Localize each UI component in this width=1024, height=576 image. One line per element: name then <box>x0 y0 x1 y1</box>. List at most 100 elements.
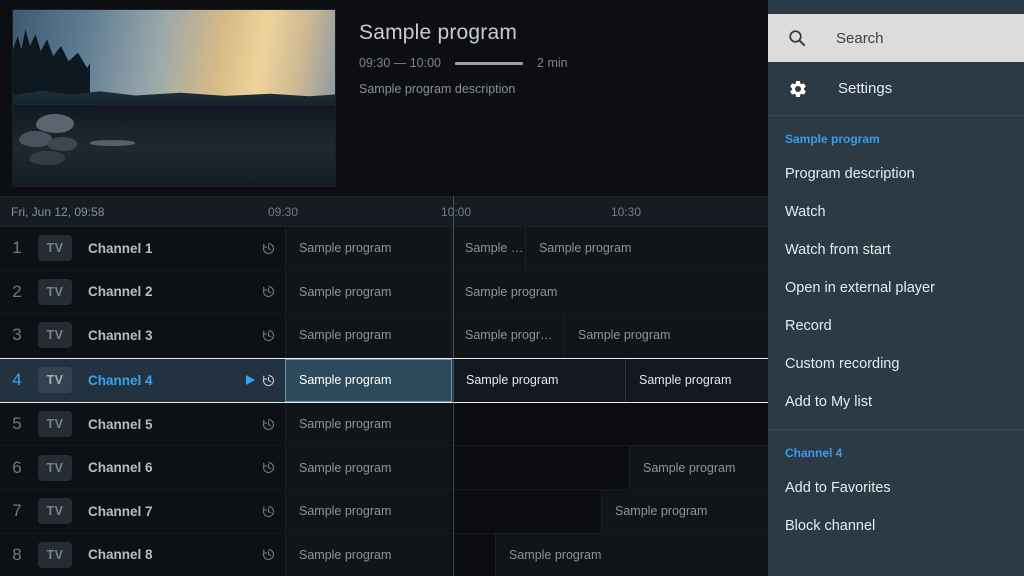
program-title: Sample program <box>359 20 759 46</box>
channel-row[interactable]: 5TV Channel 5 Sample program <box>0 403 768 447</box>
program-cells-container: Sample programSample …Sample program <box>285 227 768 270</box>
history-clock-icon <box>261 460 276 475</box>
program-cell[interactable]: Sample program <box>285 227 451 270</box>
channel-row[interactable]: 7TVChannel 7Sample programSample program <box>0 490 768 534</box>
program-cells-container: Sample program Sample program <box>285 271 768 314</box>
program-cells-container: Sample program Sample program <box>285 446 768 489</box>
play-icon <box>246 375 255 385</box>
thumb-rock <box>48 137 77 151</box>
epg-screen: Sample program 09:30 — 10:00 2 min Sampl… <box>0 0 1024 576</box>
menu-group-heading: Channel 4 <box>768 437 1024 469</box>
program-cells-container: Sample program <box>285 403 768 446</box>
channel-status-icons <box>261 314 276 357</box>
menu-item[interactable]: Program description <box>768 155 1024 193</box>
channel-row[interactable]: 2TVChannel 2Sample programSample program <box>0 271 768 315</box>
channel-row[interactable]: 1TVChannel 1Sample programSample …Sample… <box>0 227 768 271</box>
channel-info-cell[interactable]: 7TVChannel 7 <box>0 490 285 533</box>
channel-row[interactable]: 4TVChannel 4Sample programSample program… <box>0 358 768 403</box>
program-cell-label: Sample program <box>453 373 558 387</box>
program-cells-container: Sample program Sample program <box>285 534 768 576</box>
program-cell-label: Sample program <box>626 373 731 387</box>
program-cell[interactable]: Sample program <box>452 359 625 402</box>
channel-name: Channel 5 <box>88 417 153 432</box>
program-cell-label: Sample program <box>526 241 631 255</box>
timeline-current-datetime: Fri, Jun 12, 09:58 <box>11 205 104 219</box>
channel-logo-icon: TV <box>38 455 72 481</box>
channel-info-cell[interactable]: 1TVChannel 1 <box>0 227 285 270</box>
program-cell-label: Sample program <box>630 461 735 475</box>
program-cells-container: Sample programSample progr…Sample progra… <box>285 314 768 357</box>
menu-item[interactable]: Open in external player <box>768 269 1024 307</box>
thumb-glint <box>90 140 135 145</box>
program-cell-label: Sample program <box>286 461 391 475</box>
channel-name: Channel 8 <box>88 547 153 562</box>
program-cell-label: Sample progr… <box>452 328 553 342</box>
program-cell[interactable]: Sample … <box>451 227 525 270</box>
program-cell[interactable]: Sample program <box>525 227 768 270</box>
program-cell[interactable]: Sample program <box>285 314 451 357</box>
program-cell[interactable]: Sample program <box>601 490 768 533</box>
program-cell-label: Sample program <box>286 285 391 299</box>
menu-item[interactable]: Watch <box>768 193 1024 231</box>
menu-item[interactable]: Block channel <box>768 507 1024 545</box>
program-cell[interactable]: Sample program <box>564 314 768 357</box>
channel-info-cell[interactable]: 3TVChannel 3 <box>0 314 285 357</box>
sidebar-menu-groups: Sample programProgram descriptionWatchWa… <box>768 116 1024 545</box>
timeline-header: Fri, Jun 12, 09:58 09:3010:0010:30 <box>0 196 768 227</box>
channel-info-cell[interactable]: 5TV Channel 5 <box>0 403 285 446</box>
channel-name: Channel 1 <box>88 241 153 256</box>
menu-group-heading: Sample program <box>768 123 1024 155</box>
menu-group: Channel 4Add to FavoritesBlock channel <box>768 430 1024 545</box>
channel-number: 6 <box>0 458 34 478</box>
program-description: Sample program description <box>359 82 759 96</box>
channel-row[interactable]: 3TVChannel 3Sample programSample progr…S… <box>0 314 768 358</box>
channel-name: Channel 4 <box>88 373 153 388</box>
menu-item[interactable]: Add to My list <box>768 383 1024 421</box>
program-cell-label: Sample program <box>286 504 391 518</box>
settings-label: Settings <box>838 80 892 97</box>
channel-info-cell[interactable]: 2TVChannel 2 <box>0 271 285 314</box>
channel-number: 7 <box>0 501 34 521</box>
program-cell[interactable]: Sample program <box>285 403 451 446</box>
program-cell-label: Sample program <box>286 417 391 431</box>
menu-item[interactable]: Watch from start <box>768 231 1024 269</box>
channel-row[interactable]: 6TV Channel 6 Sample program Sample program <box>0 446 768 490</box>
program-cell[interactable]: Sample program <box>285 359 452 402</box>
search-input[interactable]: Search <box>768 14 1024 62</box>
program-cell[interactable]: Sample progr… <box>451 314 564 357</box>
program-cell[interactable]: Sample program <box>285 271 451 314</box>
program-cell[interactable]: Sample program <box>629 446 768 489</box>
program-cell-label: Sample … <box>452 241 523 255</box>
channel-logo-icon: TV <box>38 322 72 348</box>
channel-info-cell[interactable]: 6TV Channel 6 <box>0 446 285 489</box>
program-cell[interactable]: Sample program <box>451 271 768 314</box>
history-clock-icon <box>261 328 276 343</box>
channel-name: Channel 6 <box>88 460 153 475</box>
channel-logo-icon: TV <box>38 542 72 568</box>
program-cell-label: Sample program <box>496 548 601 562</box>
channel-number: 1 <box>0 238 34 258</box>
channel-status-icons <box>261 534 276 576</box>
history-clock-icon <box>261 284 276 299</box>
menu-item[interactable]: Add to Favorites <box>768 469 1024 507</box>
program-cell[interactable]: Sample program <box>285 534 451 576</box>
program-time-range: 09:30 — 10:00 <box>359 56 441 70</box>
program-cell[interactable]: Sample program <box>285 490 451 533</box>
channel-info-cell[interactable]: 4TVChannel 4 <box>0 359 285 402</box>
channel-info-cell[interactable]: 8TVChannel 8 <box>0 534 285 576</box>
program-cell[interactable]: Sample program <box>495 534 768 576</box>
timeline-tick: 10:30 <box>611 205 641 219</box>
channel-row[interactable]: 8TVChannel 8Sample programSample program <box>0 534 768 576</box>
program-thumbnail <box>12 9 336 187</box>
settings-menu-item[interactable]: Settings <box>768 62 1024 116</box>
history-clock-icon <box>261 417 276 432</box>
menu-item[interactable]: Record <box>768 307 1024 345</box>
channel-number: 5 <box>0 414 34 434</box>
channel-logo-icon: TV <box>38 411 72 437</box>
menu-item[interactable]: Custom recording <box>768 345 1024 383</box>
program-cell[interactable]: Sample program <box>285 446 451 489</box>
program-detail-panel: Sample program 09:30 — 10:00 2 min Sampl… <box>0 0 768 196</box>
program-cell[interactable]: Sample program <box>625 359 768 402</box>
program-cell-label: Sample program <box>602 504 707 518</box>
channel-logo-icon: TV <box>38 279 72 305</box>
